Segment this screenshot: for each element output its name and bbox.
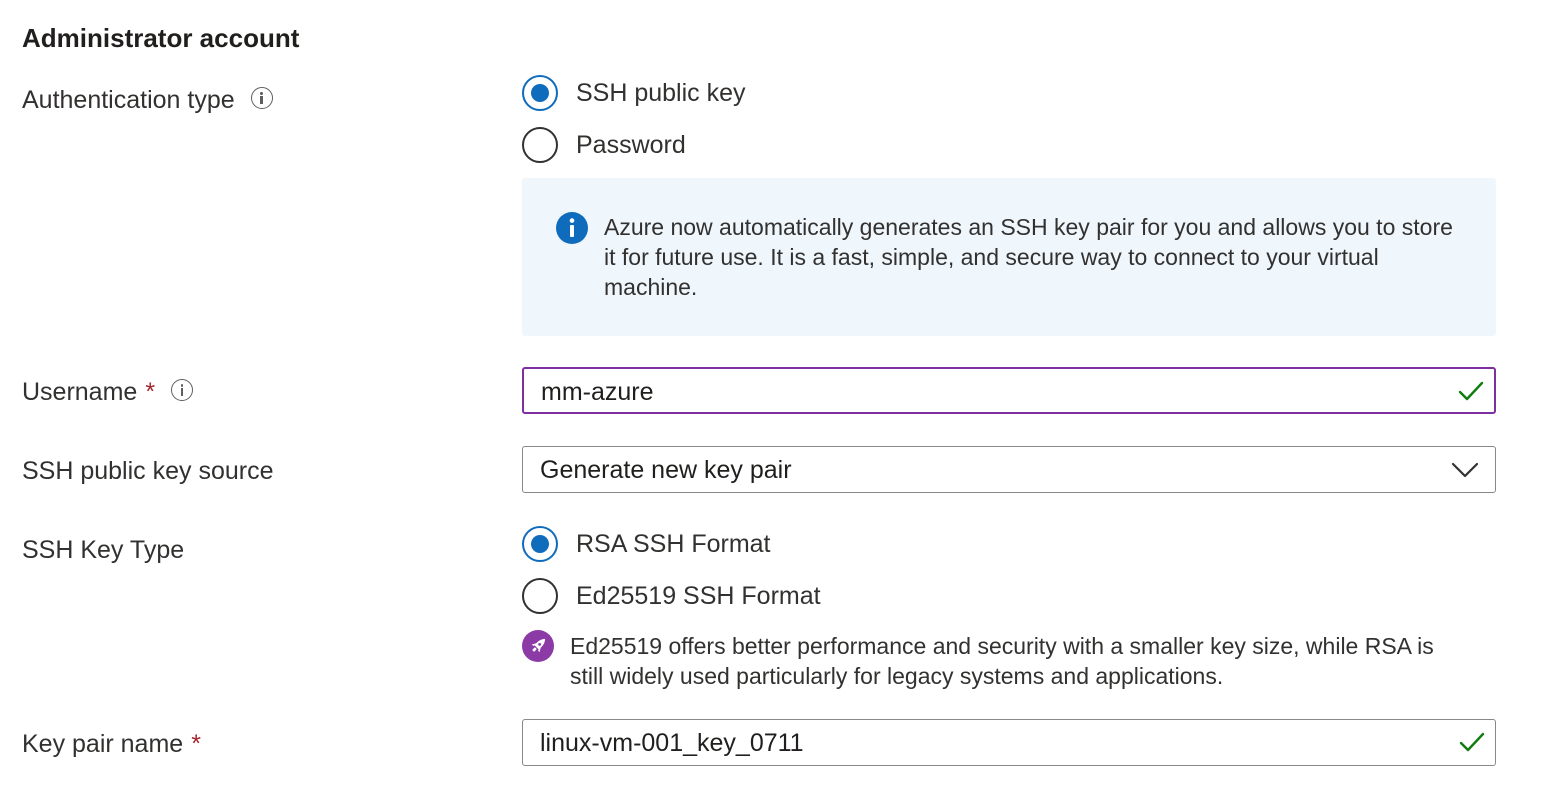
key-type-label: SSH Key Type bbox=[22, 536, 185, 564]
radio-label-password: Password bbox=[576, 131, 686, 159]
key-source-dropdown[interactable]: Generate new key pair bbox=[522, 446, 1496, 493]
radio-button-checked[interactable] bbox=[522, 75, 558, 111]
key-source-selected-value[interactable]: Generate new key pair bbox=[540, 453, 792, 487]
info-filled-icon bbox=[556, 212, 588, 244]
radio-button-unchecked[interactable] bbox=[522, 578, 558, 614]
username-label: Username bbox=[22, 378, 138, 406]
radio-ssh-public-key[interactable]: SSH public key bbox=[522, 75, 746, 111]
required-asterisk: * bbox=[145, 378, 156, 406]
key-pair-name-label: Key pair name bbox=[22, 730, 184, 758]
radio-label-ssh-public-key: SSH public key bbox=[576, 79, 746, 107]
ssh-info-text: Azure now automatically generates an SSH… bbox=[604, 214, 1453, 300]
required-asterisk: * bbox=[191, 730, 201, 758]
key-pair-name-label-row: Key pair name * bbox=[22, 727, 201, 761]
rocket-icon bbox=[522, 630, 554, 662]
radio-label-rsa: RSA SSH Format bbox=[576, 530, 771, 558]
checkmark-icon bbox=[1459, 732, 1485, 752]
radio-button-checked[interactable] bbox=[522, 526, 558, 562]
ssh-info-banner: Azure now automatically generates an SSH… bbox=[522, 178, 1496, 336]
auth-type-label: Authentication type bbox=[22, 86, 235, 114]
username-info-icon[interactable] bbox=[171, 379, 194, 402]
chevron-down-icon[interactable] bbox=[1451, 461, 1479, 479]
username-input[interactable]: mm-azure bbox=[522, 367, 1496, 414]
radio-ed25519-ssh-format[interactable]: Ed25519 SSH Format bbox=[522, 578, 821, 614]
auth-type-info-icon[interactable] bbox=[250, 87, 273, 110]
radio-password[interactable]: Password bbox=[522, 127, 686, 163]
key-pair-name-value[interactable]: linux-vm-001_key_0711 bbox=[540, 726, 804, 760]
radio-label-ed25519: Ed25519 SSH Format bbox=[576, 582, 821, 610]
radio-rsa-ssh-format[interactable]: RSA SSH Format bbox=[522, 526, 771, 562]
key-type-tip-text: Ed25519 offers better performance and se… bbox=[570, 633, 1434, 689]
key-pair-name-input[interactable]: linux-vm-001_key_0711 bbox=[522, 719, 1496, 766]
auth-type-label-row: Authentication type bbox=[22, 83, 273, 117]
username-label-row: Username * bbox=[22, 375, 194, 409]
radio-button-unchecked[interactable] bbox=[522, 127, 558, 163]
username-value[interactable]: mm-azure bbox=[541, 375, 654, 409]
key-source-label: SSH public key source bbox=[22, 457, 274, 485]
checkmark-icon bbox=[1458, 381, 1484, 401]
section-title: Administrator account bbox=[22, 23, 300, 53]
